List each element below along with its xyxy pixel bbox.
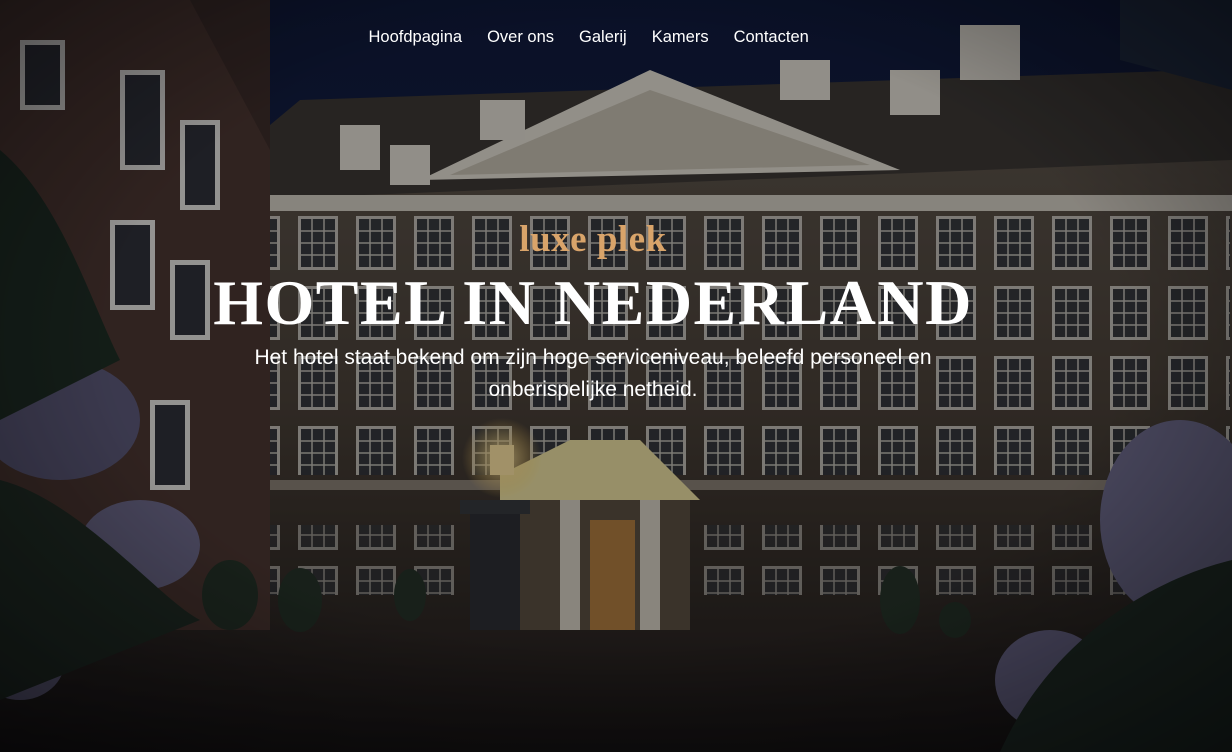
- nav-item-hoofdpagina[interactable]: Hoofdpagina: [356, 27, 475, 47]
- nav-item-contacten[interactable]: Contacten: [721, 27, 821, 47]
- main-navigation: Hoofdpagina Over ons Galerij Kamers Cont…: [356, 27, 821, 47]
- nav-item-over-ons[interactable]: Over ons: [475, 27, 567, 47]
- hero-description: Het hotel staat bekend om zijn hoge serv…: [254, 346, 932, 401]
- hero-headline: HOTEL IN NEDERLAND: [213, 267, 973, 338]
- hero-section: Hoofdpagina Over ons Galerij Kamers Cont…: [0, 0, 1232, 752]
- nav-item-kamers[interactable]: Kamers: [639, 27, 721, 47]
- hero-content: luxe plek HOTEL IN NEDERLAND Het hotel s…: [0, 214, 1186, 406]
- hero-tagline: luxe plek: [519, 219, 667, 260]
- nav-item-galerij[interactable]: Galerij: [567, 27, 640, 47]
